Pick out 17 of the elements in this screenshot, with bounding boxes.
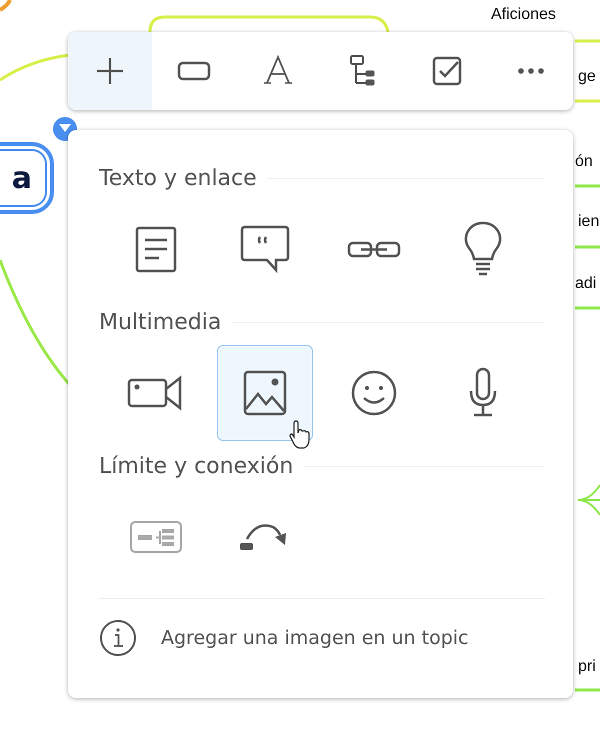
topic-label[interactable]: ien <box>578 213 600 231</box>
info-icon <box>99 619 137 657</box>
image-button[interactable] <box>217 345 313 441</box>
rectangle-button[interactable] <box>152 32 236 110</box>
topic-label[interactable]: pri <box>578 658 596 676</box>
section-title: Texto y enlace <box>99 166 257 190</box>
section-title: Límite y conexión <box>99 454 294 478</box>
topic-label[interactable]: ón <box>575 153 593 171</box>
topic-label[interactable]: Aficiones <box>491 6 556 24</box>
link-icon <box>347 240 401 258</box>
pointer-cursor-icon <box>289 420 311 450</box>
topic-label[interactable]: adi <box>575 275 596 293</box>
hint-text: Agregar una imagen en un topic <box>161 627 468 649</box>
section-title: Multimedia <box>99 310 222 334</box>
more-icon <box>516 67 545 75</box>
topic-label[interactable]: ge <box>578 68 596 86</box>
selected-topic[interactable]: a <box>0 142 54 214</box>
